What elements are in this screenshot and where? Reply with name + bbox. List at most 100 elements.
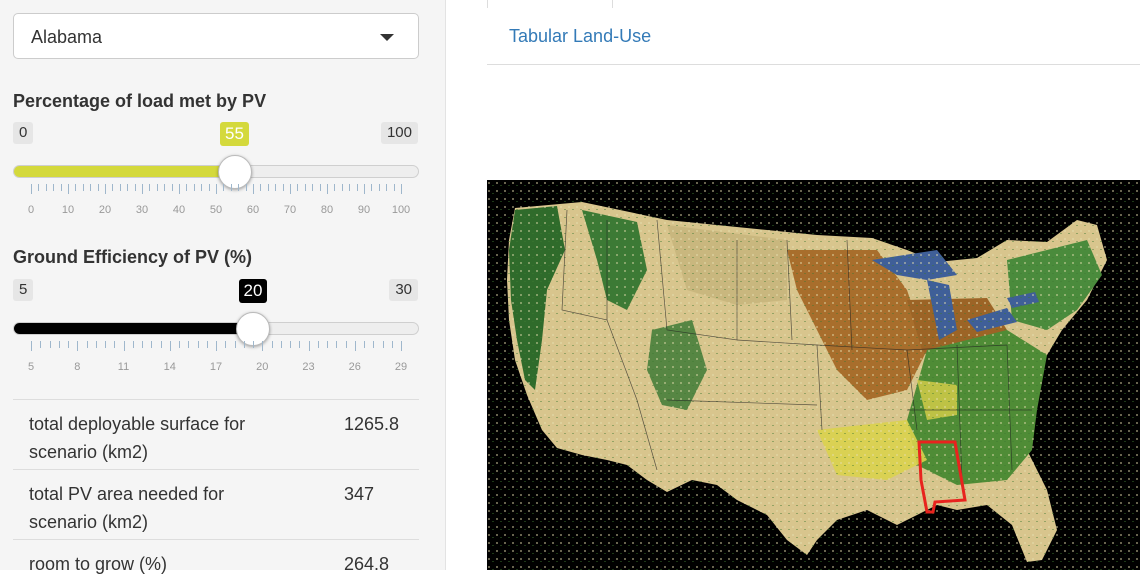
slider-tick-label: 5: [27, 361, 35, 373]
slider-minor-tick: [312, 184, 314, 191]
slider-minor-tick: [275, 184, 277, 191]
slider-minor-tick: [373, 341, 375, 348]
slider-tick-label: 0: [27, 204, 35, 216]
slider-minor-tick: [319, 184, 321, 191]
slider-minor-tick: [142, 341, 143, 348]
slider-tick-label: 10: [61, 204, 75, 216]
slider-tick-label: 70: [283, 204, 297, 216]
slider-minor-tick: [386, 184, 388, 191]
tab-divider: [487, 0, 488, 8]
slider-minor-tick: [271, 341, 273, 348]
chevron-down-icon[interactable]: [380, 34, 394, 41]
slider-minor-tick: [90, 184, 92, 191]
slider-minor-tick: [156, 184, 158, 191]
slider-tick: [31, 341, 32, 351]
efficiency-slider-max: 30: [389, 279, 418, 301]
slider-minor-tick: [317, 341, 319, 348]
slider-tick: [179, 184, 180, 194]
slider-minor-tick: [208, 184, 210, 191]
slider-minor-tick: [171, 184, 173, 191]
slider-minor-tick: [132, 341, 134, 348]
slider-minor-tick: [119, 184, 121, 191]
tab-divider: [612, 0, 613, 8]
slider-tick-label: 30: [135, 204, 149, 216]
slider-tick-label: 20: [98, 204, 112, 216]
slider-minor-tick: [238, 184, 240, 191]
slider-minor-tick: [151, 341, 153, 348]
slider-tick-label: 23: [302, 361, 315, 373]
slider-tick-label: 90: [357, 204, 371, 216]
slider-minor-tick: [40, 341, 42, 348]
slider-tick: [169, 341, 171, 351]
stat-label: total deployable surface for scenario (k…: [29, 414, 246, 462]
slider-minor-tick: [97, 184, 99, 191]
slider-minor-tick: [134, 184, 136, 191]
table-row: total deployable surface for scenario (k…: [13, 399, 419, 469]
slider-tick-label: 100: [391, 204, 411, 216]
slider-minor-tick: [371, 184, 373, 191]
slider-tick-label: 14: [163, 361, 176, 373]
slider-tick: [253, 184, 254, 194]
slider-minor-tick: [304, 184, 306, 191]
load-slider-ticks: 0 10 20 30 40 50 60 70 80 90 100: [0, 184, 446, 216]
load-slider-track[interactable]: [13, 165, 419, 178]
slider-minor-tick: [267, 184, 269, 191]
slider-minor-tick: [149, 184, 151, 191]
slider-minor-tick: [334, 184, 336, 191]
slider-minor-tick: [38, 184, 40, 191]
slider-tick: [142, 184, 143, 194]
slider-minor-tick: [179, 341, 180, 348]
slider-minor-tick: [336, 341, 338, 348]
state-select[interactable]: Alabama: [13, 13, 419, 59]
slider-tick-label: 29: [394, 361, 408, 373]
efficiency-slider-track[interactable]: [13, 322, 419, 335]
slider-tick: [31, 184, 32, 194]
slider-minor-tick: [160, 341, 162, 348]
efficiency-slider-fill: [14, 323, 254, 334]
slider-tick: [364, 184, 365, 194]
slider-tick-label: 17: [209, 361, 223, 373]
slider-tick: [123, 341, 125, 351]
slider-minor-tick: [393, 184, 395, 191]
slider-minor-tick: [197, 341, 199, 348]
slider-minor-tick: [282, 184, 284, 191]
land-use-map[interactable]: [487, 180, 1140, 570]
slider-minor-tick: [230, 184, 232, 191]
slider-tick: [216, 341, 217, 351]
slider-minor-tick: [245, 184, 247, 191]
us-land-cover-map-image: [487, 180, 1140, 570]
slider-minor-tick: [186, 184, 188, 191]
slider-minor-tick: [112, 184, 114, 191]
slider-minor-tick: [114, 341, 116, 348]
tab-tabular-land-use[interactable]: Tabular Land-Use: [509, 26, 651, 47]
slider-minor-tick: [82, 184, 84, 191]
slider-minor-tick: [378, 184, 380, 191]
slider-minor-tick: [341, 184, 343, 191]
tab-bar: Tabular Land-Use: [487, 0, 1140, 65]
slider-tick-label: 26: [348, 361, 361, 373]
slider-minor-tick: [364, 341, 365, 348]
stat-value: 264.8: [344, 554, 390, 574]
slider-minor-tick: [49, 341, 51, 348]
slider-tick: [68, 184, 69, 194]
slider-minor-tick: [68, 341, 69, 348]
slider-minor-tick: [299, 341, 301, 348]
table-row: room to grow (%) 264.8: [13, 539, 419, 579]
slider-minor-tick: [201, 184, 203, 191]
efficiency-slider-ticks: 5 8 11 14 17 20 23 26 29: [0, 341, 446, 373]
slider-tick: [290, 184, 291, 194]
stat-label: room to grow (%): [29, 554, 168, 574]
slider-tick: [216, 184, 217, 194]
slider-minor-tick: [206, 341, 208, 348]
stat-value: 347: [344, 484, 375, 504]
slider-tick: [401, 341, 402, 351]
slider-tick: [327, 184, 328, 194]
slider-tick: [105, 184, 106, 194]
slider-minor-tick: [382, 341, 384, 348]
efficiency-slider-min: 5: [13, 279, 34, 301]
slider-minor-tick: [234, 341, 236, 348]
slider-tick-label: 40: [172, 204, 186, 216]
slider-minor-tick: [127, 184, 129, 191]
slider-minor-tick: [345, 341, 347, 348]
table-row: total PV area needed for scenario (km2) …: [13, 469, 419, 539]
